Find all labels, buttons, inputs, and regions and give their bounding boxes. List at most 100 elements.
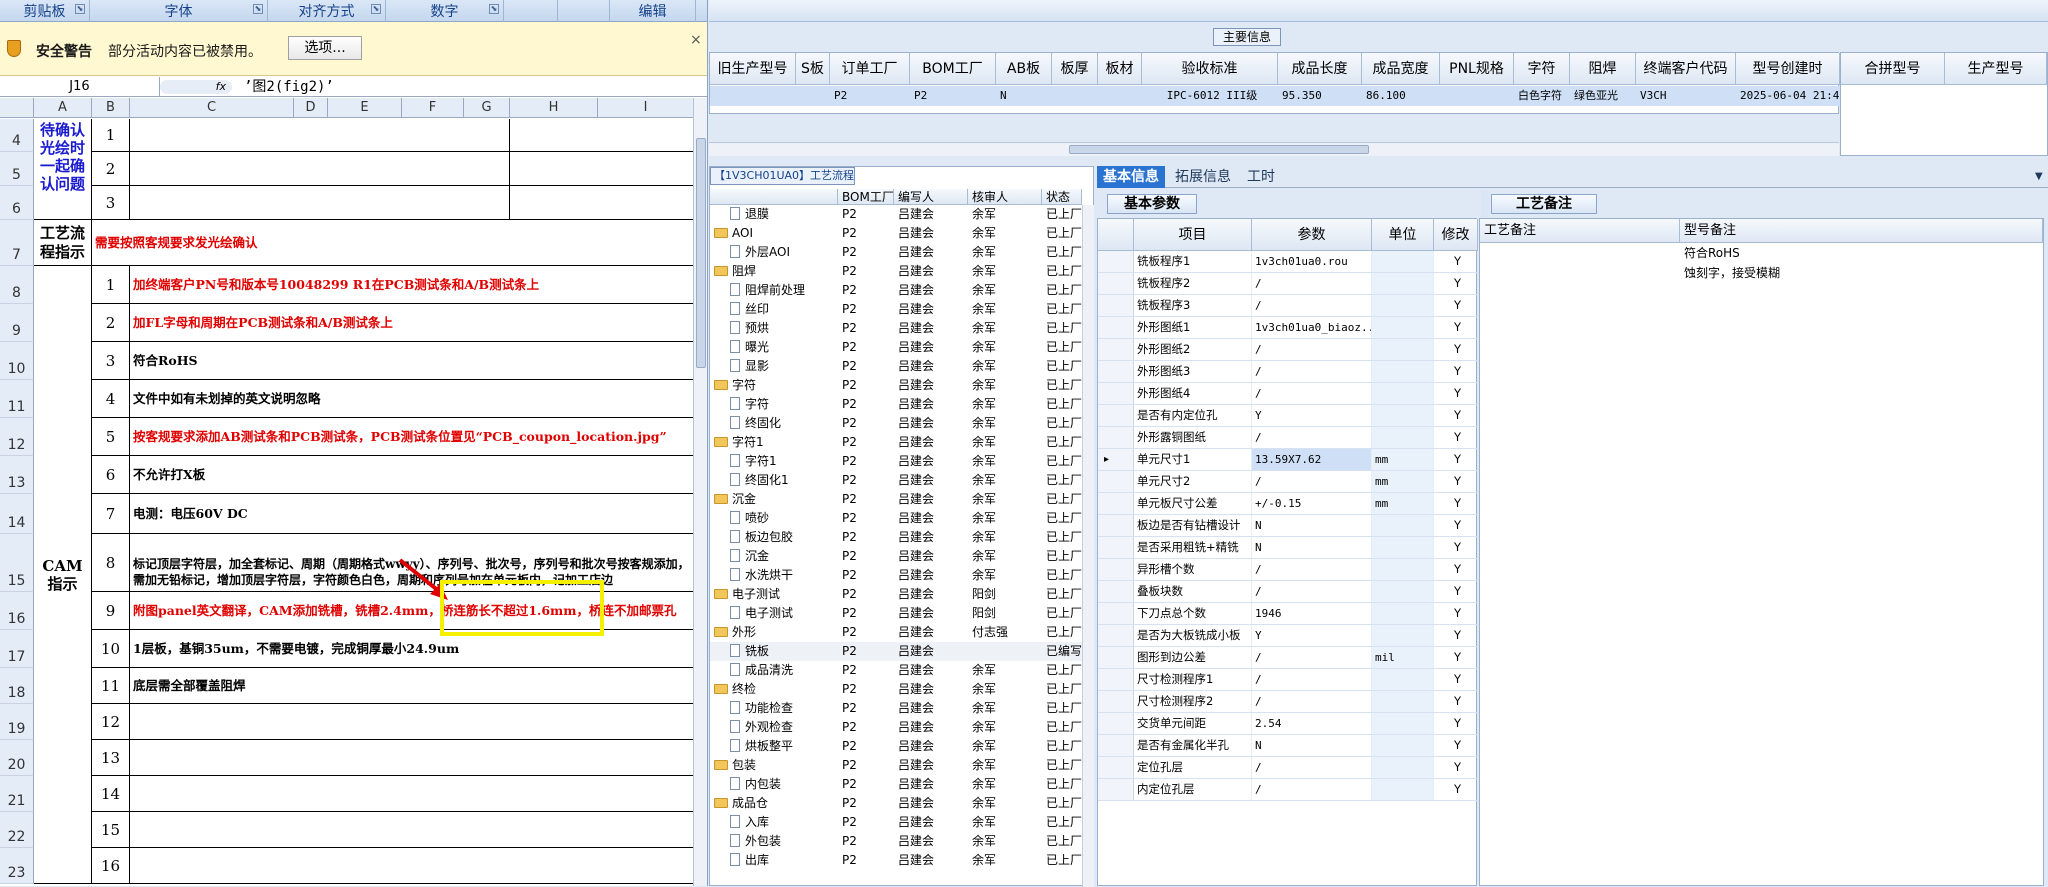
param-row[interactable]: 外形图纸4/ Y: [1098, 383, 1478, 405]
param-cell-item[interactable]: 是否为大板铣成小板: [1134, 625, 1252, 646]
cam-item-cell[interactable]: 加FL字母和周期在PCB测试条和A/B测试条上: [130, 304, 694, 342]
text-cell[interactable]: [130, 186, 510, 220]
param-cell-unit[interactable]: [1372, 251, 1434, 272]
param-cell-mod[interactable]: Y: [1434, 559, 1478, 580]
param-cell-unit[interactable]: [1372, 339, 1434, 360]
param-row[interactable]: 铣板程序2/ Y: [1098, 273, 1478, 295]
tree-row[interactable]: 板边包胶 P2 吕建会 余军 已上厂: [710, 528, 1082, 547]
column-header[interactable]: 终端客户代码: [1636, 53, 1736, 85]
grid-cell[interactable]: [796, 86, 830, 106]
tree-row[interactable]: 字符 P2 吕建会 余军 已上厂: [710, 395, 1082, 414]
column-header[interactable]: A: [34, 98, 92, 118]
tree-row[interactable]: 入库 P2 吕建会 余军 已上厂: [710, 813, 1082, 832]
param-cell-mod[interactable]: Y: [1434, 537, 1478, 558]
param-cell-unit[interactable]: [1372, 669, 1434, 690]
param-cell-unit[interactable]: mm: [1372, 471, 1434, 492]
param-cell-item[interactable]: 外形图纸4: [1134, 383, 1252, 404]
param-cell-unit[interactable]: [1372, 405, 1434, 426]
cam-item-cell[interactable]: [130, 776, 694, 812]
tree-row[interactable]: 成品仓 P2 吕建会 余军 已上厂: [710, 794, 1082, 813]
row-header[interactable]: 15: [0, 534, 34, 592]
row-header[interactable]: 6: [0, 186, 34, 220]
row-header[interactable]: 22: [0, 812, 34, 848]
param-row[interactable]: 铣板程序3/ Y: [1098, 295, 1478, 317]
param-row[interactable]: 下刀点总个数 1946 Y: [1098, 603, 1478, 625]
grid-cell[interactable]: 绿色亚光: [1570, 86, 1636, 106]
column-header[interactable]: S板: [796, 53, 830, 85]
param-row[interactable]: 板边是否有钻槽设计 N Y: [1098, 515, 1478, 537]
column-header[interactable]: 核审人: [968, 189, 1042, 205]
param-row[interactable]: ▸ 单元尺寸1 13.59X7.62 mm Y: [1098, 449, 1478, 471]
param-row[interactable]: 交货单元间距 2.54 Y: [1098, 713, 1478, 735]
seq-cell[interactable]: 12: [92, 704, 130, 740]
column-header[interactable]: 板材: [1098, 53, 1142, 85]
seq-cell[interactable]: 1: [92, 266, 130, 304]
function-icon[interactable]: fx: [160, 80, 232, 94]
seq-cell[interactable]: 7: [92, 494, 130, 534]
cam-item-cell[interactable]: 1层板，基铜35um，不需要电镀，完成铜厚最小24.9um: [130, 630, 694, 668]
param-cell-item[interactable]: 是否采用粗铣+精铣: [1134, 537, 1252, 558]
row-header[interactable]: 14: [0, 494, 34, 534]
param-cell-item[interactable]: 是否有内定位孔: [1134, 405, 1252, 426]
param-cell-unit[interactable]: [1372, 537, 1434, 558]
seq-cell[interactable]: 6: [92, 456, 130, 494]
param-cell-param[interactable]: +/-0.15: [1252, 493, 1372, 514]
chevron-down-icon[interactable]: ▼: [2029, 166, 2048, 188]
text-cell[interactable]: [510, 186, 694, 220]
param-cell-item[interactable]: 叠板块数: [1134, 581, 1252, 602]
scrollbar-thumb[interactable]: [696, 138, 706, 368]
grid-cell[interactable]: 白色字符: [1514, 86, 1570, 106]
select-all-corner[interactable]: [0, 98, 34, 118]
param-cell-mod[interactable]: Y: [1434, 273, 1478, 294]
tree-row[interactable]: 沉金 P2 吕建会 余军 已上厂: [710, 547, 1082, 566]
column-header[interactable]: H: [510, 98, 598, 118]
param-cell-param[interactable]: 13.59X7.62: [1252, 449, 1372, 470]
tree-row[interactable]: 烘板整平 P2 吕建会 余军 已上厂: [710, 737, 1082, 756]
param-row[interactable]: 单元板尺寸公差 +/-0.15 mm Y: [1098, 493, 1478, 515]
tree-row[interactable]: 终固化1 P2 吕建会 余军 已上厂: [710, 471, 1082, 490]
param-cell-param[interactable]: 1946: [1252, 603, 1372, 624]
param-cell-mod[interactable]: Y: [1434, 625, 1478, 646]
grid-cell[interactable]: 95.350: [1278, 86, 1362, 106]
seq-cell[interactable]: 13: [92, 740, 130, 776]
ribbon-group-number[interactable]: 数字 ⬊: [386, 0, 504, 22]
tree-row[interactable]: 终检 P2 吕建会 余军 已上厂: [710, 680, 1082, 699]
param-cell-mod[interactable]: Y: [1434, 779, 1478, 800]
tree-row[interactable]: 成品清洗 P2 吕建会 余军 已上厂: [710, 661, 1082, 680]
param-cell-unit[interactable]: [1372, 317, 1434, 338]
cam-item-cell[interactable]: [130, 812, 694, 848]
param-row[interactable]: 铣板程序1 1v3ch01ua0.rou Y: [1098, 251, 1478, 273]
param-cell-unit[interactable]: [1372, 735, 1434, 756]
cam-item-cell[interactable]: 文件中如有未划掉的英文说明忽略: [130, 380, 694, 418]
row-header[interactable]: 10: [0, 342, 34, 380]
tree-row[interactable]: 水洗烘干 P2 吕建会 余军 已上厂: [710, 566, 1082, 585]
param-row[interactable]: 外形图纸2/ Y: [1098, 339, 1478, 361]
param-cell-unit[interactable]: [1372, 691, 1434, 712]
column-header[interactable]: E: [328, 98, 402, 118]
row-header[interactable]: 7: [0, 220, 34, 266]
column-header[interactable]: 项目: [1134, 219, 1252, 251]
tab-basic-info[interactable]: 基本信息: [1097, 166, 1165, 188]
tree-row[interactable]: 外层AOI P2 吕建会 余军 已上厂: [710, 243, 1082, 262]
seq-cell[interactable]: 8: [92, 534, 130, 592]
param-cell-param[interactable]: /: [1252, 273, 1372, 294]
param-cell-mod[interactable]: Y: [1434, 647, 1478, 668]
column-header[interactable]: 型号创建时: [1736, 53, 1840, 85]
process-text-cell[interactable]: 需要按照客规要求发光绘确认: [92, 220, 694, 266]
column-header[interactable]: 生产型号: [1945, 53, 2047, 85]
param-row[interactable]: 外形图纸3/ Y: [1098, 361, 1478, 383]
cam-label-cell[interactable]: CAM指示: [34, 266, 92, 884]
param-cell-param[interactable]: /: [1252, 295, 1372, 316]
ribbon-group-font[interactable]: 字体 ⬊: [90, 0, 268, 22]
param-cell-mod[interactable]: Y: [1434, 581, 1478, 602]
param-cell-item[interactable]: 外形图纸3: [1134, 361, 1252, 382]
row-header[interactable]: 8: [0, 266, 34, 304]
column-header[interactable]: 修改: [1434, 219, 1478, 251]
param-cell-item[interactable]: 定位孔层: [1134, 757, 1252, 778]
param-cell-item[interactable]: 图形到边公差: [1134, 647, 1252, 668]
dialog-launcher-icon[interactable]: ⬊: [489, 4, 499, 14]
cam-item-cell[interactable]: 符合RoHS: [130, 342, 694, 380]
param-cell-param[interactable]: /: [1252, 757, 1372, 778]
param-cell-item[interactable]: 外形图纸1: [1134, 317, 1252, 338]
tree-row[interactable]: 曝光 P2 吕建会 余军 已上厂: [710, 338, 1082, 357]
